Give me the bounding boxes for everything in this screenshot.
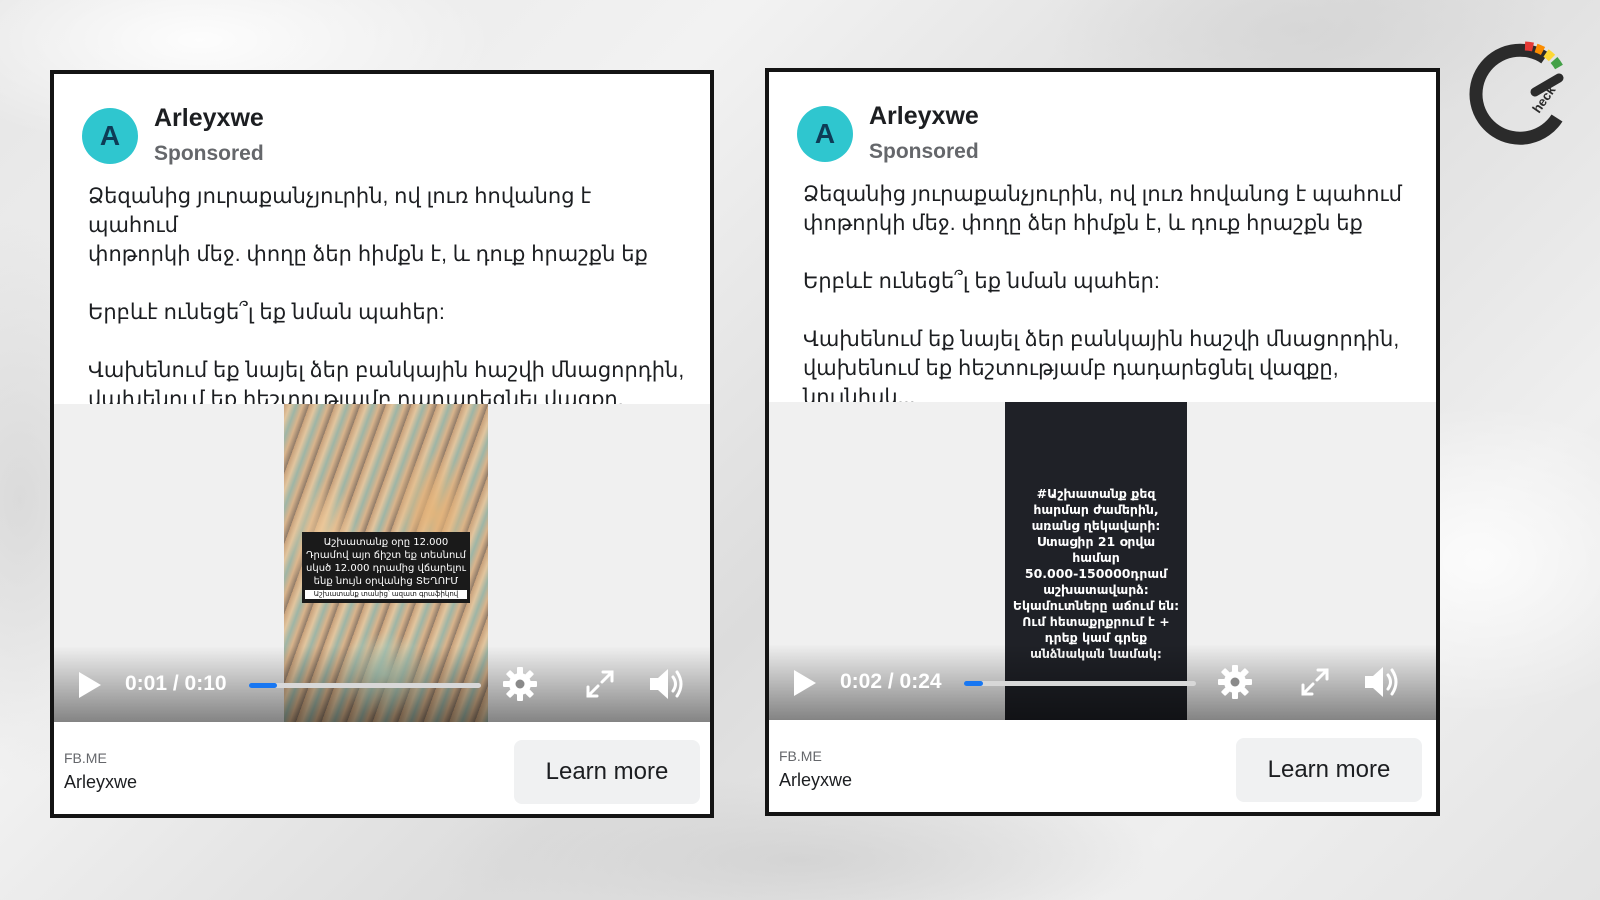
progress-track[interactable] xyxy=(964,681,1196,686)
body-line: Երբևէ ունեցե՞լ եք նման պահեր: xyxy=(803,270,1160,293)
fullscreen-icon[interactable] xyxy=(584,668,616,700)
gear-icon[interactable] xyxy=(1215,662,1255,702)
video-overlay-text: #Աշխատանք քեզ հարմար ժամերին, առանց ղեկա… xyxy=(1012,486,1180,661)
ad-body-text: Ձեզանից յուրաքանչյուրին, ով լուռ հովանոց… xyxy=(803,180,1412,412)
advertiser-name[interactable]: Arleyxwe xyxy=(869,102,979,131)
avatar[interactable]: A xyxy=(797,106,853,162)
body-line: Ձեզանից յուրաքանչյուրին, ով լուռ հովանոց… xyxy=(803,183,1402,206)
logo-text: heck xyxy=(1529,82,1559,116)
video-player[interactable]: Աշխատանք օրը 12.000 Դրամով այո ճիշտ եք տ… xyxy=(54,404,710,722)
video-controls: 0:01 / 0:10 xyxy=(54,646,710,722)
link-domain[interactable]: FB.ME xyxy=(779,748,822,764)
sponsored-label: Sponsored xyxy=(869,140,979,163)
video-time: 0:01 / 0:10 xyxy=(125,672,227,695)
learn-more-button[interactable]: Learn more xyxy=(1236,738,1422,802)
learn-more-button[interactable]: Learn more xyxy=(514,740,700,804)
avatar[interactable]: A xyxy=(82,108,138,164)
fullscreen-icon[interactable] xyxy=(1299,666,1331,698)
link-domain[interactable]: FB.ME xyxy=(64,750,107,766)
volume-icon[interactable] xyxy=(647,666,687,702)
link-title[interactable]: Arleyxwe xyxy=(779,770,852,791)
video-overlay-subtext: Աշխատանք տանից՝ ազատ գրաֆիկով xyxy=(305,590,467,599)
body-line: Երբևէ ունեցե՞լ եք նման պահեր: xyxy=(88,301,445,324)
link-title[interactable]: Arleyxwe xyxy=(64,772,137,793)
body-line: փոթորկի մեջ. փողը ձեր հիմքն է, և դուք հր… xyxy=(88,243,648,266)
body-line: Ձեզանից յուրաքանչյուրին, ով լուռ հովանոց… xyxy=(88,185,592,237)
video-overlay-text: Աշխատանք օրը 12.000 Դրամով այո ճիշտ եք տ… xyxy=(306,537,466,587)
advertiser-name[interactable]: Arleyxwe xyxy=(154,104,264,133)
c-check-logo: heck xyxy=(1469,41,1564,145)
video-controls: 0:02 / 0:24 xyxy=(769,644,1436,720)
progress-fill xyxy=(964,681,983,686)
volume-icon[interactable] xyxy=(1362,664,1402,700)
progress-track[interactable] xyxy=(249,683,481,688)
gear-icon[interactable] xyxy=(500,664,540,704)
ad-card-2: A Arleyxwe Sponsored Ձեզանից յուրաքանչյո… xyxy=(765,68,1440,816)
body-line: փոթորկի մեջ. փողը ձեր հիմքն է, և դուք հր… xyxy=(803,212,1363,235)
play-icon[interactable] xyxy=(794,670,816,696)
body-line: Վախենում եք նայել ձեր բանկային հաշվի մնա… xyxy=(803,328,1400,351)
ad-footer: FB.ME Arleyxwe Learn more xyxy=(54,722,710,814)
ad-footer: FB.ME Arleyxwe Learn more xyxy=(769,720,1436,812)
video-time: 0:02 / 0:24 xyxy=(840,670,942,693)
video-overlay-caption: Աշխատանք օրը 12.000 Դրամով այո ճիշտ եք տ… xyxy=(302,532,470,603)
play-icon[interactable] xyxy=(79,672,101,698)
video-player[interactable]: #Աշխատանք քեզ հարմար ժամերին, առանց ղեկա… xyxy=(769,402,1436,720)
progress-fill xyxy=(249,683,277,688)
ad-card-1: A Arleyxwe Sponsored Ձեզանից յուրաքանչյո… xyxy=(50,70,714,818)
body-line: Վախենում եք նայել ձեր բանկային հաշվի մնա… xyxy=(88,359,685,382)
sponsored-label: Sponsored xyxy=(154,142,264,165)
